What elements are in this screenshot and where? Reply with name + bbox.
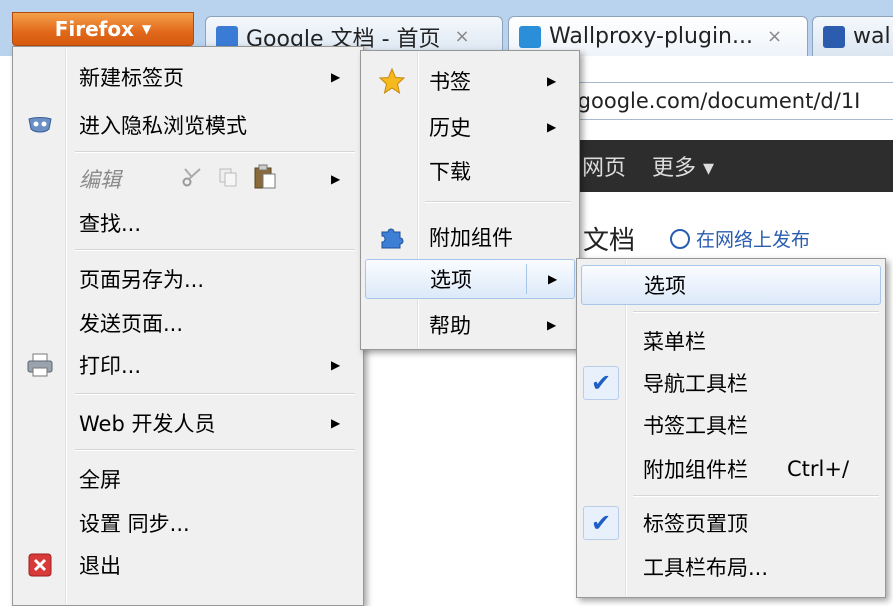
firefox-menu-button[interactable]: Firefox ▼ — [12, 12, 194, 46]
firefox-main-menu: 新建标签页 ▶ 进入隐私浏览模式 编辑 ▶ 查找... 页面另存为... 发送页… — [12, 46, 364, 606]
menu-item-bookmarks-toolbar[interactable]: 书签工具栏 — [577, 405, 885, 445]
menu-separator — [75, 393, 355, 395]
chevron-right-icon: ▶ — [547, 74, 557, 88]
menu-item-find[interactable]: 查找... — [13, 203, 363, 243]
paste-icon[interactable] — [253, 164, 277, 195]
menu-separator — [633, 311, 879, 313]
chevron-right-icon: ▶ — [331, 172, 341, 186]
menu-item-tabs-on-top[interactable]: ✔ 标签页置顶 — [577, 503, 885, 543]
copy-icon[interactable] — [217, 166, 239, 193]
menu-separator — [633, 495, 879, 497]
chevron-right-icon: ▶ — [547, 120, 557, 134]
close-icon[interactable]: × — [455, 26, 470, 47]
cut-icon[interactable] — [181, 166, 203, 193]
close-icon[interactable]: × — [767, 26, 782, 47]
gbar-item-web[interactable]: 网页 — [582, 150, 626, 182]
checkmark-icon: ✔ — [583, 506, 619, 540]
chevron-right-icon: ▶ — [331, 358, 341, 372]
menu-item-fullscreen[interactable]: 全屏 — [13, 459, 363, 499]
gbar-item-more[interactable]: 更多 ▾ — [652, 150, 714, 182]
menu-item-send-page[interactable]: 发送页面... — [13, 303, 363, 343]
menu-item-edit[interactable]: 编辑 ▶ — [13, 159, 363, 199]
menu-separator — [75, 249, 355, 251]
url-bar[interactable]: .google.com/document/d/1I — [560, 82, 893, 120]
menu-item-exit[interactable]: 退出 — [13, 545, 363, 585]
options-sub-menu: 选项 菜单栏 ✔ 导航工具栏 书签工具栏 附加组件栏 Ctrl+/ ✔ 标签页置… — [576, 258, 886, 598]
menu-item-private-browsing[interactable]: 进入隐私浏览模式 — [13, 105, 363, 145]
menu-item-help[interactable]: 帮助 ▶ — [361, 305, 579, 345]
menu-item-print[interactable]: 打印... ▶ — [13, 345, 363, 385]
checkmark-icon: ✔ — [583, 366, 619, 400]
puzzle-icon — [379, 224, 405, 250]
menu-item-addons[interactable]: 附加组件 — [361, 217, 579, 257]
tab-title: Wallproxy-plugin... — [549, 24, 753, 49]
star-icon — [379, 68, 405, 94]
chevron-right-icon: ▶ — [331, 416, 341, 430]
menu-separator — [425, 201, 571, 203]
tab-wal[interactable]: wal — [812, 16, 893, 56]
printer-icon — [27, 352, 53, 378]
firefox-button-label: Firefox — [54, 17, 135, 41]
menu-item-web-developer[interactable]: Web 开发人员 ▶ — [13, 403, 363, 443]
menu-item-new-tab[interactable]: 新建标签页 ▶ — [13, 57, 363, 97]
edit-tools — [181, 164, 277, 195]
doc-title: 文档 — [583, 226, 636, 256]
menu-item-options[interactable]: 选项 ▶ — [365, 259, 575, 299]
menu-item-addon-bar[interactable]: 附加组件栏 Ctrl+/ — [577, 449, 885, 489]
menu-item-history[interactable]: 历史 ▶ — [361, 107, 579, 147]
menu-item-bookmarks[interactable]: 书签 ▶ — [361, 61, 579, 101]
menu-separator — [75, 151, 355, 153]
menu-item-toolbar-layout[interactable]: 工具栏布局... — [577, 547, 885, 587]
private-mask-icon — [27, 112, 53, 138]
menu-item-downloads[interactable]: 下载 — [361, 151, 579, 191]
google-docs-icon — [216, 25, 238, 48]
publish-label: 在网络上发布 — [696, 229, 811, 251]
exit-icon — [27, 552, 53, 578]
publish-link[interactable]: 在网络上发布 — [670, 225, 810, 252]
menu-item-menu-bar[interactable]: 菜单栏 — [577, 321, 885, 361]
firefox-sub-menu: 书签 ▶ 历史 ▶ 下载 附加组件 选项 ▶ 帮助 ▶ — [360, 50, 580, 350]
url-text: .google.com/document/d/1I — [571, 89, 861, 113]
shortcut-text: Ctrl+/ — [787, 457, 850, 481]
chevron-right-icon: ▶ — [331, 70, 341, 84]
menu-item-navigation-toolbar[interactable]: ✔ 导航工具栏 — [577, 363, 885, 403]
menu-item-save-page[interactable]: 页面另存为... — [13, 259, 363, 299]
chevron-down-icon: ▼ — [142, 22, 152, 36]
wallproxy-icon — [823, 25, 845, 48]
menu-separator — [75, 449, 355, 451]
menu-item-sync-setup[interactable]: 设置 同步... — [13, 503, 363, 543]
folder-icon — [519, 25, 541, 48]
globe-icon — [670, 228, 690, 249]
split-divider — [526, 264, 527, 294]
menu-item-options-dialog[interactable]: 选项 — [581, 265, 881, 305]
chevron-right-icon: ▶ — [547, 318, 557, 332]
google-bar: 网页 更多 ▾ — [560, 140, 893, 192]
tab-title: wal — [853, 24, 891, 49]
chevron-right-icon: ▶ — [548, 272, 558, 286]
